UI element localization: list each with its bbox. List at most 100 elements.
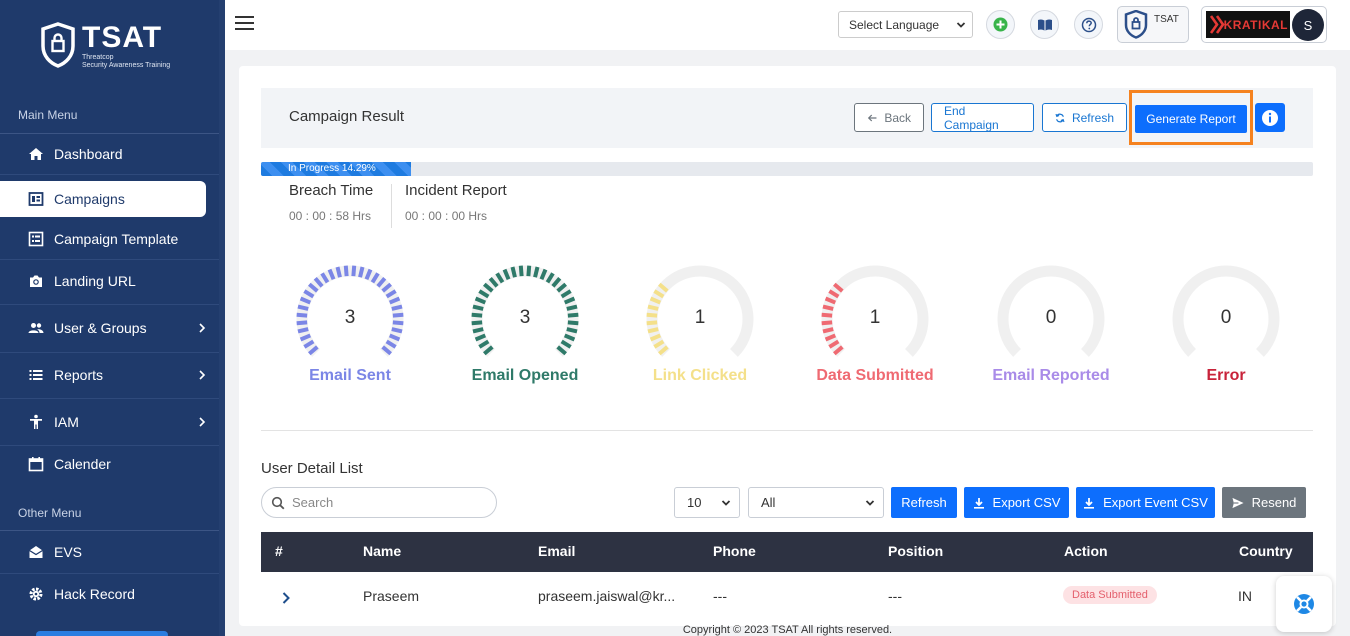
gauge-tick <box>358 266 365 278</box>
sidebar-item-label: Landing URL <box>54 273 136 289</box>
campaign-progress-label: In Progress 14.29% <box>288 163 376 174</box>
column-header-index[interactable]: # <box>275 543 283 559</box>
sidebar-item-label: Dashboard <box>54 146 123 162</box>
breach-time-label: Breach Time <box>289 182 374 199</box>
sidebar-item-label: EVS <box>54 544 83 560</box>
home-icon <box>28 146 44 162</box>
guide-button[interactable] <box>1030 10 1059 39</box>
brand-name: TSAT <box>82 21 163 54</box>
person-icon <box>28 414 44 430</box>
column-header-email[interactable]: Email <box>538 543 575 559</box>
gauge-label-email-reported: Email Reported <box>992 367 1110 384</box>
sidebar-item-label: IAM <box>54 414 79 430</box>
sidebar-item-calender[interactable]: Calender <box>0 444 219 484</box>
sidebar-item-label: Hack Record <box>54 586 135 602</box>
brand-subtitle-1: Threatcop <box>82 54 114 61</box>
sidebar-bottom-button[interactable] <box>36 631 168 636</box>
end-campaign-button[interactable]: End Campaign <box>931 103 1034 132</box>
refresh-button[interactable]: Refresh <box>1042 103 1127 132</box>
chevron-down-icon <box>956 22 966 28</box>
sidebar-item-campaign-template[interactable]: Campaign Template <box>0 219 219 259</box>
export-csv-button[interactable]: Export CSV <box>964 487 1069 518</box>
sidebar-item-label: Campaign Template <box>54 231 179 247</box>
chevron-down-icon <box>865 500 875 506</box>
incident-report-label: Incident Report <box>405 182 507 199</box>
refresh-button-label: Refresh <box>1071 110 1114 125</box>
column-header-name[interactable]: Name <box>363 543 401 559</box>
nav-divider <box>0 259 219 260</box>
main-menu-heading: Main Menu <box>18 108 78 122</box>
gauge-tick <box>391 327 403 334</box>
list-refresh-label: Refresh <box>901 495 947 510</box>
gauge-value: 0 <box>1045 307 1057 328</box>
list-refresh-button[interactable]: Refresh <box>891 487 957 518</box>
back-button-label: Back <box>884 110 911 125</box>
list-icon <box>28 367 44 383</box>
card-header: Campaign Result Back End Campaign Refres… <box>261 88 1313 148</box>
cell-phone: --- <box>713 588 727 604</box>
sidebar-item-landing-url[interactable]: Landing URL <box>0 261 219 301</box>
hamburger-menu-icon[interactable] <box>235 15 255 31</box>
gauge-tick <box>566 327 578 334</box>
tsat-badge-label: TSAT <box>1154 14 1179 25</box>
brand-logo[interactable]: TSAT Threatcop Security Awareness Traini… <box>40 22 170 70</box>
chevron-right-icon <box>199 417 206 427</box>
calendar-icon <box>28 456 44 472</box>
plus-circle-icon <box>993 17 1008 32</box>
campaign-progress: In Progress 14.29% <box>261 162 1313 176</box>
sidebar-item-iam[interactable]: IAM <box>0 402 219 442</box>
shield-logo-icon <box>41 22 75 68</box>
tsat-badge[interactable]: TSAT <box>1117 6 1189 43</box>
footer-copyright: Copyright © 2023 TSAT All rights reserve… <box>682 624 893 636</box>
help-button[interactable] <box>1074 10 1103 39</box>
gauge-label-email-opened: Email Opened <box>471 367 579 384</box>
page-size-select[interactable]: 10 <box>674 487 740 518</box>
gauge-tick <box>518 265 524 277</box>
column-header-country[interactable]: Country <box>1239 543 1293 559</box>
gauge-tick <box>647 327 659 334</box>
expand-row-chevron-icon[interactable] <box>281 591 291 605</box>
back-button[interactable]: Back <box>854 103 924 132</box>
column-header-phone[interactable]: Phone <box>713 543 756 559</box>
sidebar: TSAT Threatcop Security Awareness Traini… <box>0 0 219 636</box>
sidebar-item-campaigns[interactable]: Campaigns <box>0 181 206 217</box>
table-header: # Name Email Phone Position Action Count… <box>261 532 1313 572</box>
column-header-position[interactable]: Position <box>888 543 943 559</box>
cell-name: Praseem <box>363 588 420 604</box>
group-icon <box>28 320 44 336</box>
incident-report-value: 00 : 00 : 00 Hrs <box>405 209 488 223</box>
user-list-title: User Detail List <box>261 460 363 477</box>
gear-icon <box>28 586 44 602</box>
mail-open-icon <box>28 544 44 560</box>
avatar[interactable]: S <box>1292 9 1324 41</box>
page-size-value: 10 <box>687 495 702 510</box>
user-profile[interactable]: KRATIKAL S <box>1201 6 1327 43</box>
book-icon <box>1037 18 1052 31</box>
language-select[interactable]: Select Language <box>838 11 973 38</box>
sidebar-item-evs[interactable]: EVS <box>0 532 219 572</box>
sidebar-item-hack-record[interactable]: Hack Record <box>0 574 219 614</box>
resend-label: Resend <box>1251 495 1297 510</box>
info-button[interactable] <box>1255 103 1285 132</box>
resend-button[interactable]: Resend <box>1222 487 1306 518</box>
search-placeholder: Search <box>292 495 334 510</box>
nav-divider <box>0 304 219 305</box>
sidebar-item-label: Reports <box>54 367 104 383</box>
generate-report-highlight: Generate Report <box>1129 90 1253 145</box>
sync-icon <box>1055 113 1065 122</box>
add-button[interactable] <box>986 10 1015 39</box>
export-event-csv-button[interactable]: Export Event CSV <box>1076 487 1215 518</box>
info-icon <box>1262 109 1278 126</box>
nav-divider <box>0 398 219 399</box>
org-logo-mark-icon <box>1209 15 1225 34</box>
org-logo-text: KRATIKAL <box>1223 17 1288 32</box>
support-chat-button[interactable] <box>1276 576 1332 632</box>
generate-report-button[interactable]: Generate Report <box>1135 105 1247 133</box>
sidebar-item-reports[interactable]: Reports <box>0 355 219 395</box>
sidebar-item-user-groups[interactable]: User & Groups <box>0 308 219 348</box>
search-input[interactable]: Search <box>261 487 497 518</box>
gauge-tick <box>822 327 834 334</box>
column-header-action[interactable]: Action <box>1064 543 1108 559</box>
sidebar-item-dashboard[interactable]: Dashboard <box>0 134 219 174</box>
status-filter-select[interactable]: All <box>748 487 884 518</box>
